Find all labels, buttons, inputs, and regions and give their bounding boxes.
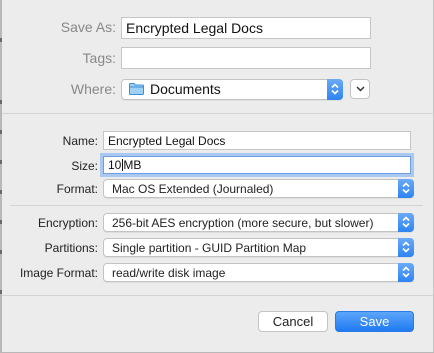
edge-mark: [0, 220, 2, 224]
partitions-popup[interactable]: Single partition - GUID Partition Map: [103, 238, 414, 257]
save-as-field[interactable]: [121, 17, 371, 39]
image-format-popup[interactable]: read/write disk image: [103, 263, 414, 282]
folder-icon: [129, 83, 144, 95]
expand-button[interactable]: [350, 79, 370, 99]
up-down-arrows-icon: [331, 83, 339, 95]
tags-input[interactable]: [122, 48, 370, 68]
up-down-arrows-icon: [402, 216, 410, 228]
window-edge-left: [0, 0, 2, 353]
size-unit: MB: [123, 158, 142, 172]
format-popup[interactable]: Mac OS Extended (Journaled): [103, 179, 414, 198]
tags-label: Tags:: [82, 50, 116, 66]
section-divider: [10, 205, 423, 206]
save-as-input[interactable]: [122, 18, 370, 38]
size-label: Size:: [71, 159, 98, 173]
section-divider: [2, 295, 433, 296]
edge-mark: [0, 160, 2, 164]
where-stepper[interactable]: [327, 79, 343, 100]
where-label: Where:: [70, 81, 116, 97]
size-field[interactable]: 10 MB: [103, 156, 411, 174]
format-stepper[interactable]: [398, 179, 414, 198]
chevron-down-icon: [356, 86, 365, 92]
format-value: Mac OS Extended (Journaled): [112, 182, 274, 196]
partitions-stepper[interactable]: [398, 238, 414, 257]
encryption-popup[interactable]: 256-bit AES encryption (more secure, but…: [103, 213, 414, 232]
edge-mark: [0, 130, 2, 134]
name-label: Name:: [62, 134, 98, 148]
save-button[interactable]: Save: [335, 311, 414, 332]
partitions-value: Single partition - GUID Partition Map: [112, 241, 307, 255]
encryption-label: Encryption:: [37, 216, 98, 230]
encryption-stepper[interactable]: [398, 213, 414, 232]
name-field[interactable]: [103, 131, 411, 150]
edge-mark: [0, 38, 2, 42]
encryption-value: 256-bit AES encryption (more secure, but…: [112, 216, 374, 230]
name-input[interactable]: [104, 132, 410, 150]
where-popup[interactable]: Documents: [121, 79, 343, 100]
format-label: Format:: [56, 182, 98, 196]
edge-mark: [0, 190, 2, 194]
image-format-value: read/write disk image: [112, 266, 226, 280]
size-value[interactable]: 10: [108, 158, 121, 172]
up-down-arrows-icon: [402, 266, 410, 278]
edge-mark: [0, 100, 2, 104]
edge-mark: [0, 290, 2, 294]
save-as-label: Save As:: [60, 19, 116, 35]
tags-field[interactable]: [121, 47, 371, 69]
image-format-label: Image Format:: [19, 266, 98, 280]
section-divider: [2, 113, 433, 114]
where-value: Documents: [150, 81, 221, 97]
cancel-button[interactable]: Cancel: [258, 311, 328, 332]
partitions-label: Partitions:: [44, 241, 98, 255]
up-down-arrows-icon: [402, 182, 410, 194]
up-down-arrows-icon: [402, 241, 410, 253]
edge-mark: [0, 250, 2, 254]
image-format-stepper[interactable]: [398, 263, 414, 282]
